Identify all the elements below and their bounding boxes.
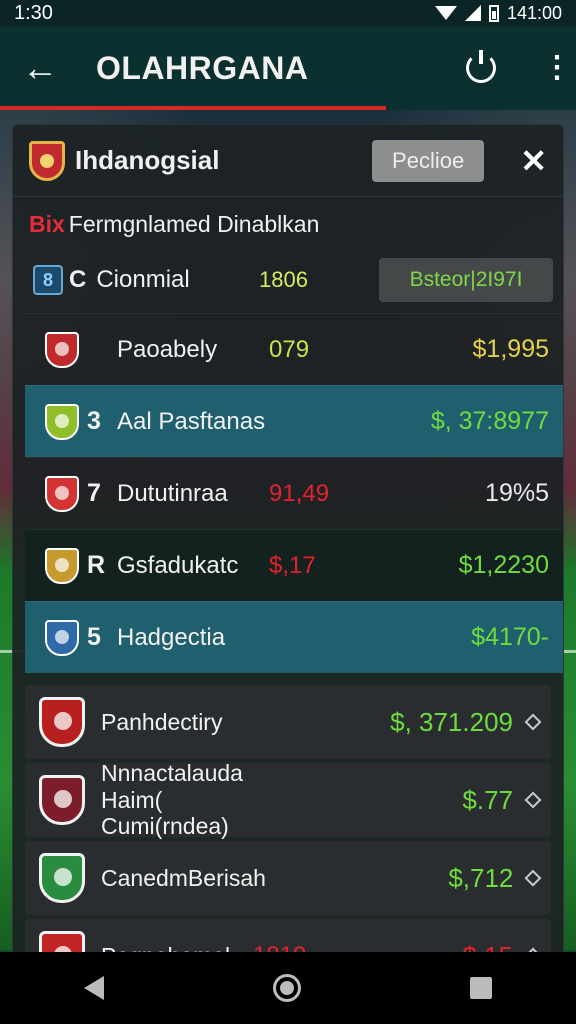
item-name: Nnnactalauda Haim( Cumi(rndea): [101, 760, 243, 840]
list-item[interactable]: CanedmBerisah $,712: [25, 841, 551, 915]
team-crest-icon: [45, 403, 79, 440]
item-amount: $,712: [448, 862, 514, 893]
row-name: Gsfadukatc: [117, 551, 239, 579]
row-amount: $1,2230: [458, 551, 549, 579]
row-rank: 5: [87, 623, 101, 651]
section-subheader: Bix Fermgnlamed Dinablkan: [13, 197, 563, 251]
subheader-text: Fermgnlamed Dinablkan: [68, 210, 320, 237]
row-name: Dututinraa: [117, 479, 228, 507]
row-stat: 91,49: [269, 479, 330, 507]
team-crest-icon: [45, 619, 79, 656]
summary-name: Cionmial: [96, 266, 190, 293]
row-rank: 3: [87, 407, 101, 435]
badge-icon: 8: [33, 265, 63, 295]
status-time: 1:30: [14, 1, 53, 24]
item-name: Panhdectiry: [101, 708, 223, 735]
standings-panel: Ihdanogsial Peclioe ✕ Bix Fermgnlamed Di…: [12, 124, 564, 956]
status-bar: 1:30 141:00: [0, 0, 576, 26]
expand-icon[interactable]: [524, 791, 542, 809]
team-list: Panhdectiry $, 371.209 Nnnactalauda Haim…: [13, 685, 563, 955]
status-icons: 141:00: [434, 2, 562, 24]
item-amount: $.77: [462, 784, 513, 815]
team-crest-icon: [45, 331, 79, 368]
signal-icon: [464, 5, 481, 21]
position-button[interactable]: Peclioe: [372, 139, 485, 182]
summary-code: C: [69, 266, 87, 293]
item-amount: $, 371.209: [390, 706, 513, 737]
close-icon[interactable]: ✕: [520, 142, 547, 180]
expand-icon[interactable]: [524, 713, 542, 731]
status-clock: 141:00: [506, 2, 562, 23]
row-amount: $1,995: [472, 335, 549, 363]
row-name: Hadgectia: [117, 623, 226, 651]
summary-row[interactable]: 8 C Cionmial 1806 Bsteor|2I97I: [13, 251, 563, 309]
more-options-icon[interactable]: ⋮: [542, 53, 572, 83]
back-arrow-icon[interactable]: ←: [22, 47, 70, 89]
list-item[interactable]: Panhdectiry $, 371.209: [25, 685, 551, 759]
battery-icon: [488, 4, 499, 22]
row-rank: 7: [87, 479, 101, 507]
table-row[interactable]: Paoabely 079 $1,995: [25, 313, 563, 385]
team-crest-icon: [45, 475, 79, 512]
team-crest-icon: [45, 547, 79, 584]
item-name: CanedmBerisah: [101, 864, 266, 891]
row-name: Paoabely: [117, 335, 218, 363]
nav-back-icon[interactable]: [84, 976, 105, 1000]
row-amount: $4170-: [471, 623, 549, 651]
list-item[interactable]: Nnnactalauda Haim( Cumi(rndea) $.77: [25, 760, 551, 840]
summary-pill[interactable]: Bsteor|2I97I: [379, 258, 553, 302]
summary-value: 1806: [259, 267, 308, 292]
tab-indicator: [0, 106, 386, 110]
table-row[interactable]: 7 Dututinraa 91,49 19%5: [25, 457, 563, 529]
app-title: OLAHRGANA: [96, 49, 309, 86]
nav-recents-icon[interactable]: [469, 977, 492, 999]
panel-title: Ihdanogsial: [75, 145, 220, 175]
row-stat: 079: [269, 335, 310, 363]
table-row[interactable]: 5 Hadgectia $4170-: [25, 601, 563, 673]
row-stat: $,17: [269, 551, 316, 579]
standings-rows: Paoabely 079 $1,995 3 Aal Pasftanas $, 3…: [13, 313, 563, 673]
team-crest-icon: [39, 697, 85, 747]
system-nav-bar: [0, 952, 576, 1024]
team-crest-icon: [39, 775, 85, 825]
table-row[interactable]: R Gsfadukatc $,17 $1,2230: [25, 529, 563, 601]
panel-header: Ihdanogsial Peclioe ✕: [13, 125, 563, 197]
wifi-icon: [434, 6, 457, 20]
row-amount: 19%5: [485, 479, 549, 507]
club-crest-icon: [29, 140, 65, 181]
nav-home-icon[interactable]: [272, 974, 301, 1002]
row-name: Aal Pasftanas: [117, 407, 266, 435]
row-amount: $, 37:8977: [430, 407, 549, 435]
row-rank: R: [87, 551, 106, 579]
power-icon[interactable]: [466, 50, 496, 83]
app-bar: ← OLAHRGANA ⋮: [0, 26, 576, 110]
list-item[interactable]: Pognehamal 1819 $,15: [25, 919, 551, 955]
table-row[interactable]: 3 Aal Pasftanas $, 37:8977: [25, 385, 563, 457]
team-crest-icon: [39, 853, 85, 903]
expand-icon[interactable]: [524, 869, 542, 887]
subheader-accent: Bix: [29, 210, 65, 237]
